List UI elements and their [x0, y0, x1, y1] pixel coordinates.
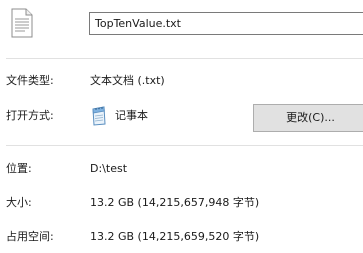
change-button[interactable]: 更改(C)...	[253, 104, 363, 132]
divider	[6, 145, 363, 146]
text-file-icon	[11, 8, 33, 38]
file-type-label: 文件类型:	[6, 74, 54, 87]
size-label: 大小:	[6, 196, 32, 209]
disk-size-label: 占用空间:	[6, 230, 54, 243]
size-value: 13.2 GB (14,215,657,948 字节)	[90, 196, 260, 209]
file-name-input[interactable]: TopTenValue.txt	[89, 12, 363, 35]
file-type-value: 文本文档 (.txt)	[90, 74, 165, 87]
open-with-app-name: 记事本	[115, 109, 148, 122]
location-label: 位置:	[6, 162, 32, 175]
disk-size-value: 13.2 GB (14,215,659,520 字节)	[90, 230, 260, 243]
location-value: D:\test	[90, 162, 128, 175]
open-with-label: 打开方式:	[6, 109, 54, 122]
notepad-icon	[90, 106, 108, 126]
divider	[6, 58, 363, 59]
